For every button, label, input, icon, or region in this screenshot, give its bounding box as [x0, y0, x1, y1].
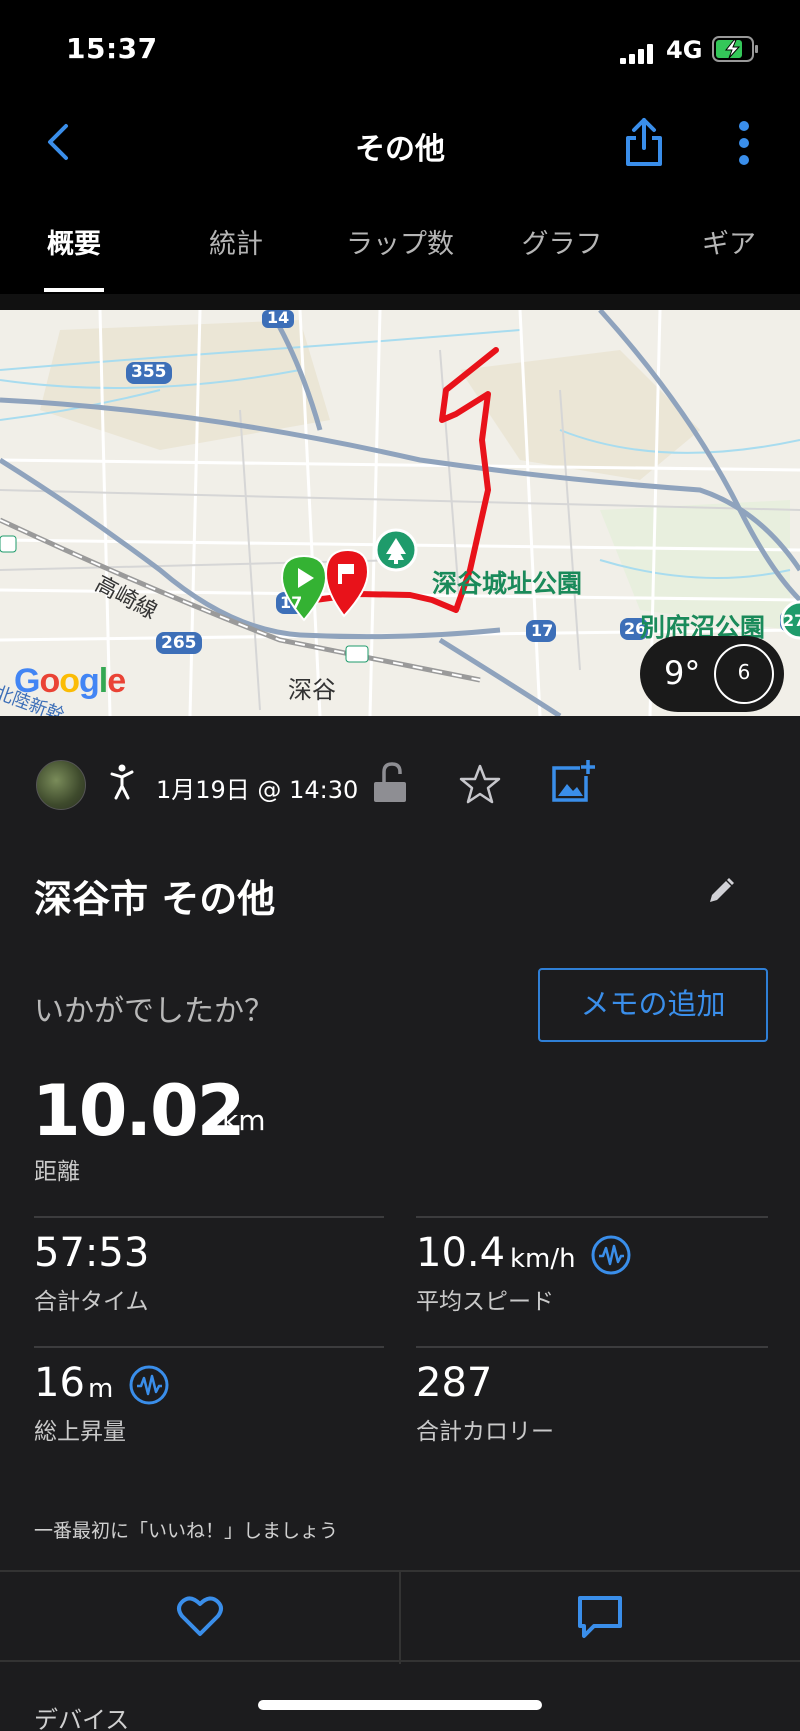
- road-number: 14: [267, 310, 290, 327]
- tab-laps[interactable]: ラップ数: [340, 222, 460, 261]
- total-time-value: 57:53: [34, 1230, 150, 1276]
- status-bar: 15:37 4G: [0, 0, 800, 96]
- avg-speed-label: 平均スピード: [416, 1289, 554, 1315]
- comment-icon[interactable]: [576, 1594, 624, 1640]
- avatar[interactable]: [36, 760, 86, 810]
- status-time: 15:37: [66, 32, 158, 65]
- heart-icon[interactable]: [176, 1594, 224, 1638]
- calories-label: 合計カロリー: [416, 1419, 554, 1445]
- avg-speed-unit: km/h: [510, 1244, 576, 1274]
- total-time-label: 合計タイム: [34, 1289, 149, 1315]
- activity-type-icon: [110, 764, 134, 800]
- add-photo-icon[interactable]: [550, 758, 596, 804]
- wind-icon: 6: [714, 644, 774, 704]
- tab-stats[interactable]: 統計: [206, 222, 266, 261]
- more-options-icon[interactable]: [728, 118, 760, 168]
- activity-meta-row: 1月19日 @ 14:30: [0, 740, 800, 826]
- battery-icon: [712, 36, 758, 62]
- road-number: 27: [783, 611, 800, 630]
- tab-gear[interactable]: ギア: [694, 222, 764, 261]
- temperature: 9°: [664, 654, 701, 692]
- road-number: 17: [531, 621, 554, 640]
- memo-prompt: いかがでしたか？: [34, 994, 274, 1029]
- route-map[interactable]: 14 355 17 17 265 26 27 深谷城址公園 別府沼公園 深谷 高…: [0, 310, 800, 716]
- add-memo-button[interactable]: メモの追加: [538, 968, 768, 1042]
- unlock-icon[interactable]: [372, 762, 408, 804]
- ascent-unit: m: [88, 1374, 114, 1404]
- graph-icon[interactable]: [128, 1364, 170, 1406]
- signal-icon: [620, 42, 656, 64]
- distance-value: 10.02: [32, 1070, 245, 1152]
- social-action-bar: [0, 1570, 800, 1664]
- divider: [0, 294, 800, 310]
- divider: [34, 1216, 384, 1218]
- calories-value: 287: [416, 1360, 493, 1406]
- tab-bar: 概要 統計 ラップ数 グラフ ギア: [0, 192, 800, 294]
- network-label: 4G: [666, 36, 703, 64]
- page-title: その他: [355, 132, 445, 167]
- activity-title: 深谷市 その他: [34, 877, 276, 921]
- home-indicator: [258, 1700, 542, 1710]
- distance-label: 距離: [34, 1159, 80, 1185]
- divider: [399, 1572, 401, 1664]
- ascent-value: 16: [34, 1360, 85, 1406]
- ascent-label: 総上昇量: [34, 1419, 126, 1445]
- avg-speed-value: 10.4: [416, 1230, 506, 1276]
- share-icon[interactable]: [620, 114, 668, 170]
- graph-icon[interactable]: [590, 1234, 632, 1276]
- weather-badge: 9° 6: [640, 636, 784, 712]
- like-prompt: 一番最初に「いいね！」しましょう: [34, 1520, 339, 1542]
- station-label: 深谷: [288, 676, 336, 704]
- divider: [416, 1346, 768, 1348]
- google-logo: Google: [14, 662, 126, 700]
- distance-unit: km: [222, 1104, 266, 1137]
- divider: [34, 1346, 384, 1348]
- device-section-label: デバイス: [34, 1706, 130, 1731]
- star-icon[interactable]: [458, 762, 502, 806]
- map-place-label: 深谷城址公園: [432, 569, 583, 598]
- road-number: 265: [161, 633, 197, 653]
- divider: [416, 1216, 768, 1218]
- wind-speed: 6: [737, 660, 751, 684]
- road-number: 355: [131, 362, 167, 382]
- nav-bar: その他: [0, 96, 800, 192]
- tab-graph[interactable]: グラフ: [512, 222, 612, 261]
- tab-overview[interactable]: 概要: [44, 222, 104, 261]
- edit-icon[interactable]: [706, 876, 736, 906]
- tab-active-indicator: [44, 288, 104, 292]
- activity-date: 1月19日 @ 14:30: [156, 776, 359, 804]
- road-number: 17: [280, 593, 303, 612]
